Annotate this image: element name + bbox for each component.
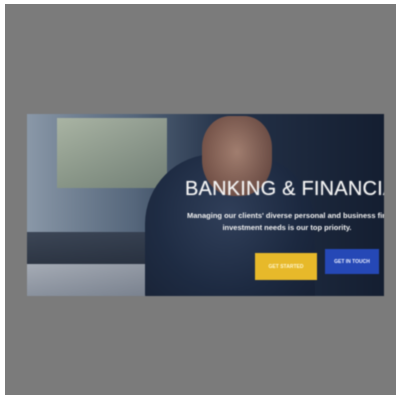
headline-main: BANKING	[185, 178, 277, 200]
headline-rest: FINANCIAL SER	[301, 178, 384, 200]
headline-ampersand: &	[276, 178, 302, 200]
subline-line-1: Managing our clients' diverse personal a…	[187, 211, 384, 220]
subline-line-2: investment needs is our top priority.	[222, 223, 352, 232]
hero-headline: BANKING & FINANCIAL SER	[185, 178, 384, 201]
get-in-touch-button[interactable]: GET IN TOUCH	[325, 249, 379, 274]
hero-banner-photo: BANKING & FINANCIAL SER Managing our cli…	[27, 114, 384, 296]
get-started-button[interactable]: GET STARTED	[255, 253, 317, 280]
hero-subline: Managing our clients' diverse personal a…	[187, 210, 384, 234]
photo-frame: BANKING & FINANCIAL SER Managing our cli…	[5, 4, 396, 395]
